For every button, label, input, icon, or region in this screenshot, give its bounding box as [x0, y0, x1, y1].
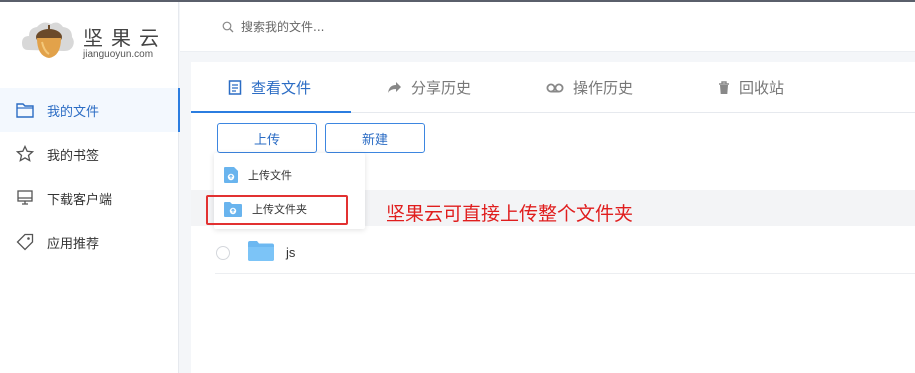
document-icon	[228, 80, 242, 95]
tab-bar: 查看文件 分享历史 操作历史 回收站	[191, 62, 915, 113]
menu-item-label: 上传文件	[248, 169, 292, 182]
sidebar-item-my-files[interactable]: 我的文件	[0, 88, 180, 132]
tab-label: 分享历史	[411, 79, 472, 97]
new-button[interactable]: 新建	[325, 123, 425, 153]
upload-button[interactable]: 上传	[217, 123, 317, 153]
tab-operation-history[interactable]: 操作历史	[546, 62, 633, 113]
tab-share-history[interactable]: 分享历史	[387, 62, 471, 113]
tab-label: 回收站	[739, 79, 785, 97]
folder-icon	[247, 240, 275, 266]
tab-view-files[interactable]: 查看文件	[228, 62, 311, 113]
tag-icon	[16, 233, 34, 251]
active-tab-indicator	[191, 111, 351, 113]
sidebar-item-download-client[interactable]: 下载客户端	[0, 176, 179, 220]
sidebar-item-label: 我的文件	[47, 104, 100, 120]
brand-name: 坚果云	[83, 26, 167, 50]
annotation-text: 坚果云可直接上传整个文件夹	[386, 203, 634, 225]
tab-recycle-bin[interactable]: 回收站	[718, 62, 784, 113]
sidebar-item-label: 我的书签	[47, 148, 100, 164]
brand-domain: jianguoyun.com	[83, 49, 154, 60]
row-select-radio[interactable]	[216, 245, 230, 260]
tab-label: 查看文件	[251, 79, 312, 97]
search-box[interactable]: 搜索我的文件...	[222, 18, 324, 35]
logo[interactable]: 坚果云 jianguoyun.com	[20, 14, 170, 64]
trash-icon	[718, 80, 730, 95]
annotation-highlight-box	[206, 195, 348, 225]
tab-label: 操作历史	[573, 79, 634, 97]
sidebar-item-label: 下载客户端	[47, 192, 113, 208]
file-name[interactable]: js	[286, 245, 295, 260]
search-icon	[222, 21, 234, 32]
table-row[interactable]: js	[215, 232, 915, 274]
share-icon	[387, 81, 402, 94]
sidebar: 坚果云 jianguoyun.com 我的文件 我的书签 下载客户端 应用推荐	[0, 2, 180, 373]
upload-file-icon	[223, 166, 239, 184]
upload-file-menu-item[interactable]: 上传文件	[214, 158, 365, 192]
sidebar-item-app-recommend[interactable]: 应用推荐	[0, 220, 179, 264]
sidebar-item-bookmarks[interactable]: 我的书签	[0, 132, 179, 176]
folder-icon	[16, 101, 34, 119]
sidebar-item-label: 应用推荐	[47, 236, 100, 252]
acorn-logo-icon	[22, 22, 74, 58]
search-input[interactable]: 搜索我的文件...	[241, 18, 324, 35]
history-icon	[546, 82, 564, 94]
sidebar-nav: 我的文件 我的书签 下载客户端 应用推荐	[0, 88, 180, 264]
top-header: 搜索我的文件...	[180, 2, 915, 52]
star-icon	[16, 145, 34, 163]
monitor-icon	[16, 189, 34, 207]
